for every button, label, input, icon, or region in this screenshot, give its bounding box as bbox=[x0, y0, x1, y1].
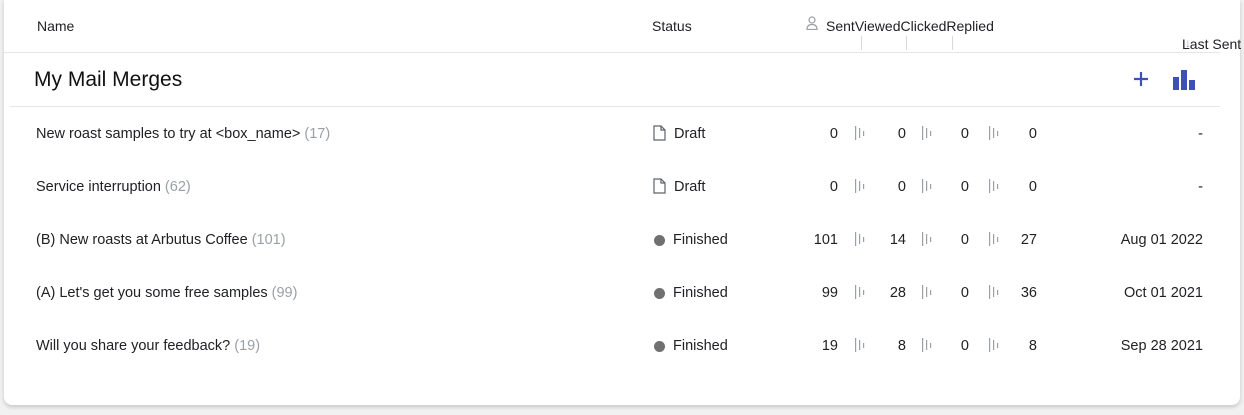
sort-descending-icon: ↓ bbox=[1185, 36, 1191, 50]
recipient-count: (19) bbox=[234, 338, 261, 354]
stats-bars-icon bbox=[989, 231, 1000, 247]
clicked-count: 0 bbox=[960, 126, 969, 142]
merge-title: Will you share your feedback? bbox=[36, 338, 231, 354]
last-sent-date: Aug 01 2022 bbox=[1120, 232, 1203, 248]
viewed-count: 0 bbox=[897, 126, 906, 142]
last-sent-date: - bbox=[1198, 126, 1203, 142]
stats-bars-icon bbox=[855, 337, 866, 353]
stats-bars-icon bbox=[989, 125, 1000, 141]
last-sent-date: - bbox=[1198, 179, 1203, 195]
merge-title: (B) New roasts at Arbutus Coffee bbox=[36, 232, 248, 248]
status-cell: Finished bbox=[653, 285, 728, 301]
table-header: Name Status Sent Viewed Clicked Replied Las… bbox=[4, 0, 1241, 53]
document-icon bbox=[653, 178, 666, 194]
viewed-count: 0 bbox=[897, 179, 906, 195]
column-header-replied[interactable]: Replied bbox=[946, 18, 993, 34]
sent-count: 19 bbox=[821, 338, 838, 354]
section-header: My Mail Merges bbox=[10, 53, 1220, 107]
clicked-count: 0 bbox=[960, 285, 969, 301]
divider bbox=[860, 36, 862, 50]
status-cell: Finished bbox=[653, 338, 728, 354]
sent-count: 101 bbox=[813, 232, 838, 248]
recipient-count: (101) bbox=[251, 232, 286, 248]
sent-count: 0 bbox=[829, 179, 838, 195]
merge-title: Service interruption bbox=[36, 179, 161, 195]
stats-bars-icon bbox=[989, 178, 1000, 194]
mail-merges-card: Name Status Sent Viewed Clicked Replied Las… bbox=[4, 0, 1241, 405]
column-header-viewed[interactable]: Viewed bbox=[855, 18, 901, 34]
stats-bars-icon bbox=[922, 178, 933, 194]
divider bbox=[952, 36, 954, 50]
last-sent-date: Oct 01 2021 bbox=[1124, 285, 1203, 301]
merge-name[interactable]: (A) Let's get you some free samples (99) bbox=[36, 285, 297, 301]
status-dot-icon bbox=[654, 234, 665, 246]
replied-count: 0 bbox=[1028, 179, 1037, 195]
table-row[interactable]: (B) New roasts at Arbutus Coffee (101) Fin… bbox=[4, 213, 1240, 266]
status-text: Draft bbox=[674, 126, 706, 142]
stats-bars-icon bbox=[855, 284, 866, 300]
clicked-count: 0 bbox=[960, 179, 969, 195]
column-header-status[interactable]: Status bbox=[652, 18, 692, 34]
viewed-count: 28 bbox=[889, 285, 906, 301]
stats-column-headers: Sent Viewed Clicked Replied bbox=[826, 18, 994, 50]
mail-merge-list: New roast samples to try at <box_name> (1… bbox=[4, 107, 1240, 372]
merge-name[interactable]: Service interruption (62) bbox=[36, 179, 191, 195]
viewed-count: 14 bbox=[889, 232, 906, 248]
recipient-count: (99) bbox=[271, 285, 298, 301]
status-dot-icon bbox=[654, 340, 665, 352]
add-button[interactable] bbox=[1129, 67, 1153, 91]
stats-bars-icon bbox=[855, 231, 866, 247]
status-cell: Draft bbox=[653, 125, 706, 142]
replied-count: 27 bbox=[1020, 232, 1037, 248]
stats-bars-icon bbox=[922, 231, 933, 247]
replied-count: 8 bbox=[1028, 338, 1037, 354]
recipient-count: (17) bbox=[304, 126, 331, 142]
last-sent-date: Sep 28 2021 bbox=[1120, 338, 1203, 354]
status-cell: Draft bbox=[653, 178, 706, 195]
column-header-sent[interactable]: Sent bbox=[826, 18, 855, 34]
merge-name[interactable]: (B) New roasts at Arbutus Coffee (101) bbox=[36, 232, 286, 248]
stats-bars-icon bbox=[855, 125, 866, 141]
replied-count: 0 bbox=[1028, 126, 1037, 142]
clicked-count: 0 bbox=[960, 232, 969, 248]
status-text: Finished bbox=[673, 338, 728, 354]
divider bbox=[906, 36, 908, 50]
table-row[interactable]: Will you share your feedback? (19) Finishe… bbox=[4, 319, 1240, 372]
stats-bars-icon bbox=[922, 337, 933, 353]
sent-count: 0 bbox=[829, 126, 838, 142]
table-row[interactable]: Service interruption (62) Draft 0 0 0 0 - bbox=[4, 160, 1240, 213]
stats-bars-icon bbox=[989, 337, 1000, 353]
document-icon bbox=[653, 125, 666, 141]
column-header-name[interactable]: Name bbox=[37, 18, 74, 34]
stats-bars-icon bbox=[989, 284, 1000, 300]
stats-bars-icon bbox=[855, 178, 866, 194]
merge-title: New roast samples to try at <box_name> bbox=[36, 126, 301, 142]
section-title: My Mail Merges bbox=[34, 68, 183, 91]
status-text: Finished bbox=[673, 285, 728, 301]
merge-name[interactable]: Will you share your feedback? (19) bbox=[36, 338, 260, 354]
merge-title: (A) Let's get you some free samples bbox=[36, 285, 268, 301]
column-header-clicked[interactable]: Clicked bbox=[900, 18, 946, 34]
status-cell: Finished bbox=[653, 232, 728, 248]
replied-count: 36 bbox=[1020, 285, 1037, 301]
sent-count: 99 bbox=[821, 285, 838, 301]
merge-name[interactable]: New roast samples to try at <box_name> (1… bbox=[36, 126, 330, 142]
clicked-count: 0 bbox=[960, 338, 969, 354]
person-icon bbox=[806, 16, 818, 30]
status-text: Finished bbox=[673, 232, 728, 248]
status-dot-icon bbox=[654, 287, 665, 299]
viewed-count: 8 bbox=[897, 338, 906, 354]
table-row[interactable]: (A) Let's get you some free samples (99) F… bbox=[4, 266, 1240, 319]
recipient-count: (62) bbox=[164, 179, 191, 195]
table-row[interactable]: New roast samples to try at <box_name> (1… bbox=[4, 107, 1240, 160]
status-text: Draft bbox=[674, 179, 706, 195]
bar-chart-icon[interactable] bbox=[1172, 68, 1196, 92]
stats-bars-icon bbox=[922, 125, 933, 141]
stats-bars-icon bbox=[922, 284, 933, 300]
